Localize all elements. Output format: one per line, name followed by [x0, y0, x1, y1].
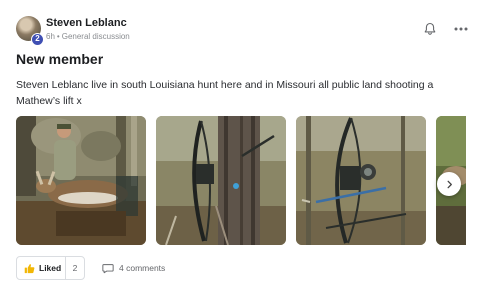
- hunter-with-deer-photo[interactable]: [16, 116, 146, 245]
- post-meta: 6h • General discussion: [46, 32, 130, 41]
- level-badge: 2: [31, 33, 44, 46]
- meta-separator: •: [56, 32, 60, 41]
- chevron-right-icon: [447, 180, 452, 188]
- post-time: 6h: [46, 32, 55, 41]
- post-header: 2 Steven Leblanc 6h • General discussion: [16, 14, 468, 46]
- post-body: Steven Leblanc live in south Louisiana h…: [16, 79, 434, 107]
- gallery-next-button[interactable]: [437, 172, 461, 196]
- post-actions: Liked 2 4 comments: [16, 256, 464, 280]
- post-category[interactable]: General discussion: [62, 32, 130, 41]
- bow-closeup-photo[interactable]: [296, 116, 426, 245]
- photo-gallery: [16, 116, 466, 245]
- comments-link[interactable]: 4 comments: [102, 256, 165, 280]
- avatar[interactable]: 2: [16, 16, 44, 46]
- post-title: New member: [16, 51, 104, 67]
- like-button[interactable]: Liked: [16, 256, 66, 280]
- thumbs-up-icon: [24, 263, 35, 273]
- like-count[interactable]: 2: [65, 256, 85, 280]
- more-dots-icon[interactable]: [452, 22, 470, 36]
- bow-on-tree-photo[interactable]: [156, 116, 286, 245]
- comments-label: 4 comments: [119, 263, 166, 273]
- author-name[interactable]: Steven Leblanc: [46, 17, 127, 29]
- like-label: Liked: [39, 263, 62, 273]
- comment-icon: [102, 263, 114, 273]
- feed-post: 2 Steven Leblanc 6h • General discussion N…: [0, 0, 480, 288]
- bell-icon[interactable]: [423, 22, 437, 36]
